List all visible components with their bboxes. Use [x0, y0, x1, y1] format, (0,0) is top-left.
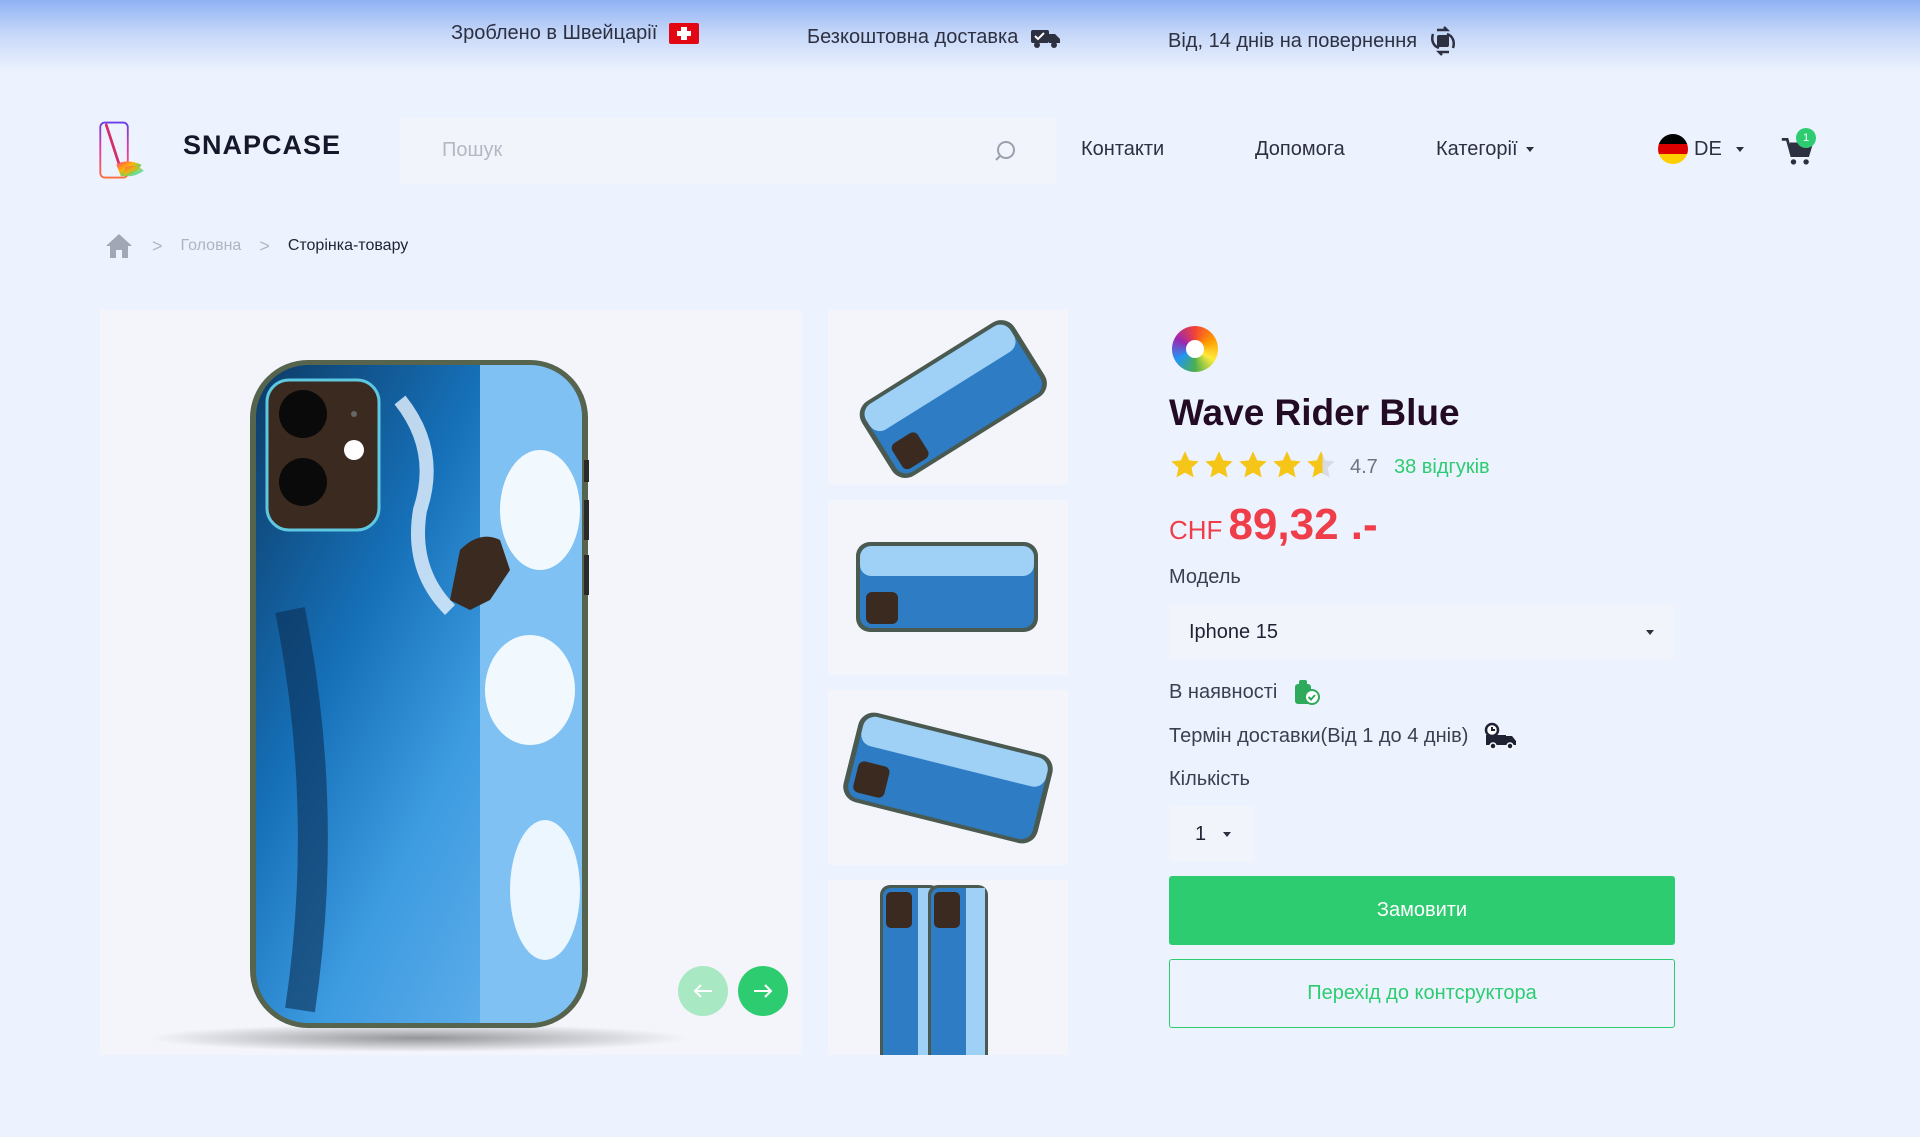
search-input[interactable] [440, 138, 964, 163]
german-flag-icon [1658, 134, 1688, 164]
breadcrumb-home[interactable]: Головна [181, 237, 242, 255]
star-icon [1273, 451, 1301, 478]
breadcrumb-current: Сторінка-товару [287, 237, 409, 254]
stock-text: В наявності [1169, 680, 1278, 703]
thumbnail-4[interactable] [828, 880, 1068, 1065]
star-icon [1205, 451, 1233, 478]
quantity-label: Кількість [1169, 768, 1250, 790]
chevron-down-icon [1525, 147, 1534, 153]
model-label: Модель [1169, 566, 1241, 588]
cart-count-badge: 1 [1796, 128, 1816, 148]
phone-case-image [148, 360, 688, 1052]
constructor-button[interactable]: Перехід до контсруктора [1169, 959, 1675, 1028]
return-cycle-icon [1431, 26, 1456, 56]
stock-status: В наявності [1169, 678, 1321, 706]
language-selector[interactable]: DE [1658, 134, 1744, 164]
star-icon [1239, 451, 1267, 478]
chevron-down-icon [1646, 630, 1654, 635]
chevron-down-icon [1735, 146, 1744, 152]
product-main-image [100, 310, 802, 1055]
brand-palette-icon [1172, 326, 1218, 372]
price-currency: CHF [1169, 515, 1223, 545]
quantity-select[interactable]: 1 [1169, 806, 1255, 862]
language-code: DE [1694, 137, 1722, 160]
delivery-text: Термін доставки(Від 1 до 4 днів) [1169, 724, 1469, 747]
search-icon[interactable] [994, 140, 1016, 162]
order-button[interactable]: Замовити [1169, 876, 1675, 945]
prev-image-button[interactable] [678, 966, 728, 1016]
in-stock-icon [1295, 680, 1321, 705]
star-rating [1169, 450, 1337, 480]
arrow-right-icon [754, 984, 773, 998]
product-title: Wave Rider Blue [1169, 392, 1460, 433]
free-delivery-text: Безкоштовна доставка [807, 26, 1019, 48]
model-select[interactable]: Iphone 15 [1169, 604, 1674, 660]
nav-categories-label: Категорії [1436, 138, 1518, 160]
nav-contacts[interactable]: Контакти [1081, 138, 1164, 161]
next-image-button[interactable] [738, 966, 788, 1016]
quantity-value: 1 [1195, 823, 1207, 845]
made-in-swiss: Зроблено в Швейцарії [451, 22, 700, 45]
returns-info: Від, 14 днів на повернення [1168, 26, 1457, 56]
model-select-value: Iphone 15 [1189, 621, 1278, 643]
delivery-van-icon [1485, 722, 1517, 750]
delivery-time: Термін доставки(Від 1 до 4 днів) [1169, 722, 1518, 750]
nav-categories[interactable]: Категорії [1436, 138, 1534, 161]
made-in-text: Зроблено в Швейцарії [451, 22, 658, 44]
chevron-down-icon [1223, 832, 1231, 837]
logo-text[interactable]: SNAPCASE [183, 130, 341, 161]
search-box [400, 118, 1056, 184]
rating-value: 4.7 [1350, 456, 1378, 478]
product-price: CHF 89,32 .- [1169, 500, 1378, 550]
star-half-icon [1307, 451, 1335, 478]
home-icon[interactable] [104, 232, 134, 260]
star-icon [1171, 451, 1199, 478]
thumbnail-3[interactable] [828, 690, 1068, 865]
breadcrumb-separator: > [152, 235, 163, 256]
delivery-truck-icon [1031, 29, 1061, 48]
nav-help[interactable]: Допомога [1255, 138, 1345, 161]
thumbnail-2[interactable] [828, 500, 1068, 675]
free-delivery: Безкоштовна доставка [807, 26, 1062, 49]
thumbnail-1[interactable] [828, 310, 1068, 485]
breadcrumb: > Головна > Сторінка-товару [104, 232, 408, 260]
top-info-bar: Зроблено в Швейцарії Безкоштовна доставк… [0, 0, 1920, 72]
reviews-link[interactable]: 38 відгуків [1394, 456, 1490, 479]
swiss-flag-icon [669, 23, 700, 44]
returns-text: Від, 14 днів на повернення [1168, 29, 1418, 52]
breadcrumb-separator: > [259, 235, 270, 256]
arrow-left-icon [693, 984, 712, 998]
price-amount: 89,32 .- [1228, 500, 1378, 549]
